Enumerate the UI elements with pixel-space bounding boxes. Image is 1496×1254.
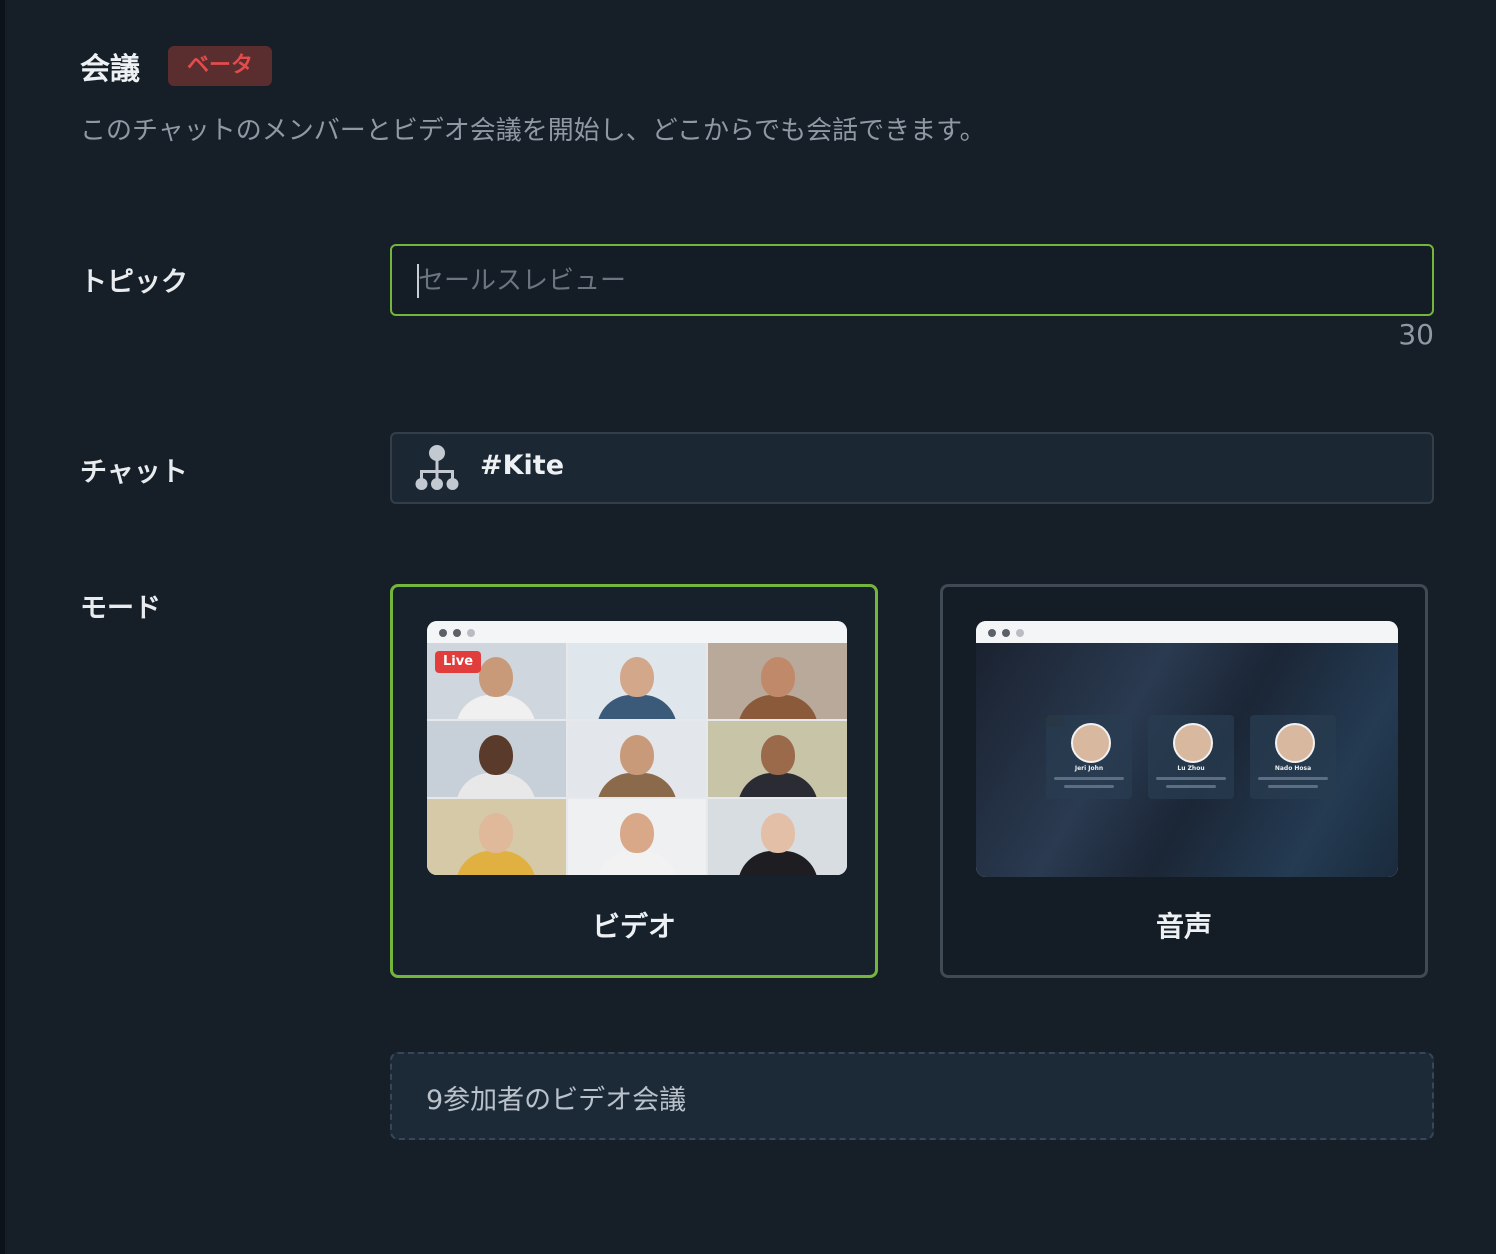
window-dot — [1016, 629, 1024, 637]
text-caret — [417, 264, 419, 298]
participant-card: Jeri John — [1046, 715, 1132, 799]
window-bar — [427, 621, 847, 643]
mode-option-label: ビデオ — [591, 910, 676, 943]
window-edge — [0, 0, 5, 1254]
video-tile — [567, 643, 707, 719]
window-dot — [1002, 629, 1010, 637]
page-subtitle: このチャットのメンバーとビデオ会議を開始し、どこからでも会話できます。 — [80, 116, 986, 146]
mode-label: モード — [80, 593, 161, 624]
video-tile — [708, 721, 847, 797]
window-dot — [453, 629, 461, 637]
avatar — [1173, 723, 1213, 763]
mode-option-audio[interactable]: Jeri John Lu Zhou Nado Hosa 音声 — [940, 584, 1428, 978]
window-dot — [439, 629, 447, 637]
participant-name: Lu Zhou — [1177, 765, 1205, 772]
org-chart-icon — [415, 445, 459, 490]
mode-option-video[interactable]: Live ビデオ — [390, 584, 878, 978]
topic-input[interactable] — [416, 246, 1410, 316]
video-tile — [708, 799, 847, 875]
chat-label: チャット — [80, 457, 188, 488]
participant-card: Lu Zhou — [1148, 715, 1234, 799]
mode-info-text: 9参加者のビデオ会議 — [426, 1085, 687, 1116]
topic-label: トピック — [80, 267, 188, 298]
participant-card: Nado Hosa — [1250, 715, 1336, 799]
chat-name: #Kite — [480, 450, 565, 481]
video-tile — [708, 643, 847, 719]
chat-selector[interactable]: #Kite — [390, 432, 1434, 504]
mode-info-box: 9参加者のビデオ会議 — [390, 1052, 1434, 1140]
topic-field[interactable] — [390, 244, 1434, 316]
beta-badge: ベータ — [168, 46, 272, 86]
window-dot — [467, 629, 475, 637]
video-tile: Live — [427, 643, 566, 719]
video-preview-image: Live — [427, 621, 847, 875]
window-dot — [988, 629, 996, 637]
participant-name: Jeri John — [1074, 765, 1104, 772]
audio-preview-image: Jeri John Lu Zhou Nado Hosa — [976, 621, 1398, 877]
video-tile — [427, 799, 566, 875]
avatar — [1275, 723, 1315, 763]
video-grid: Live — [427, 643, 847, 875]
avatar — [1071, 723, 1111, 763]
video-tile — [427, 721, 566, 797]
window-bar — [976, 621, 1398, 643]
page-title: 会議 — [80, 52, 140, 87]
participant-name: Nado Hosa — [1274, 765, 1312, 772]
video-tile — [567, 799, 707, 875]
char-counter: 30 — [1398, 318, 1434, 351]
video-tile — [567, 721, 707, 797]
live-badge: Live — [435, 651, 482, 673]
mode-option-label: 音声 — [1155, 910, 1212, 943]
audio-call-screen: Jeri John Lu Zhou Nado Hosa — [976, 643, 1398, 877]
